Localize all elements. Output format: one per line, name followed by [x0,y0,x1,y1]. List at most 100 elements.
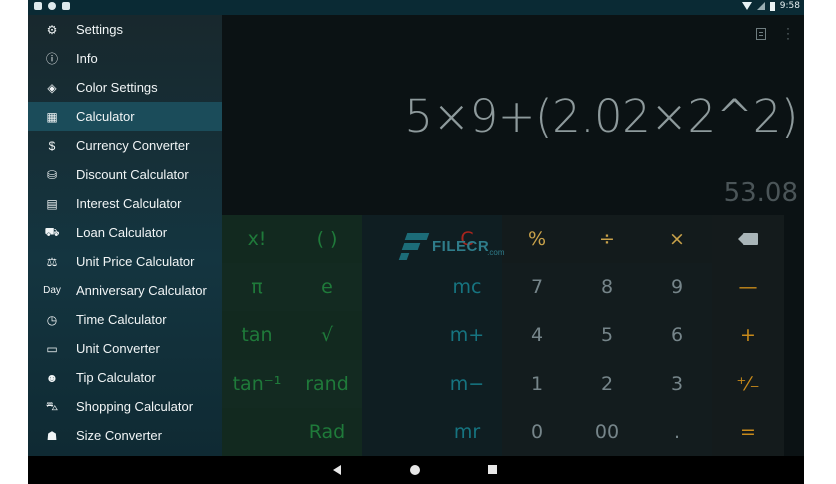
car-icon: ⛟ [44,224,60,239]
watermark: FILECR .com [398,229,505,263]
drawer-item-color-settings[interactable]: ◈ Color Settings [28,73,222,102]
ruler-icon: ▭ [46,341,58,356]
home-icon[interactable] [410,465,420,475]
double-zero-key[interactable]: 00 [572,407,642,456]
cart-icon: ⛍ [45,398,59,413]
wifi-icon [741,2,752,10]
drawer-item-info[interactable]: ⓘ Info [28,44,222,73]
blank-key [362,311,432,360]
keypad-row: x! ( ) C % ÷ × [222,215,804,264]
notification-icon [48,2,56,10]
digit-2-key[interactable]: 2 [572,359,642,408]
calculator-toolbar: · · · [222,15,804,55]
history-icon[interactable] [756,28,766,40]
shopping-bag-icon: ⛁ [46,167,58,182]
equals-key[interactable]: = [712,407,784,456]
drawer-item-loan-calculator[interactable]: ⛟ Loan Calculator [28,218,222,247]
decimal-key[interactable]: . [642,407,712,456]
drawer-item-label: Info [76,51,98,66]
watermark-subtext: .com [487,247,505,257]
plus-key[interactable]: + [712,311,784,360]
keypad-row: Rad mr 0 00 . = [222,407,804,456]
keypad: x! ( ) C % ÷ × π e mc 7 8 9 — tan √ m+ 4… [222,215,804,456]
drawer-item-label: Currency Converter [76,138,190,153]
watermark-text: FILECR [432,237,490,255]
keypad-row: tan √ m+ 4 5 6 + [222,311,804,360]
multiply-key[interactable]: × [642,215,712,264]
drawer-item-label: Unit Price Calculator [76,254,195,269]
drawer-item-shopping-calculator[interactable]: ⛍ Shopping Calculator [28,392,222,421]
blank-key [362,407,432,456]
drawer-item-currency-converter[interactable]: $ Currency Converter [28,131,222,160]
drawer-item-discount-calculator[interactable]: ⛁ Discount Calculator [28,160,222,189]
calculator-panel: · · · 5×9+(2.02×2^2) 53.08 x! ( ) C % ÷ × … [222,15,804,456]
drawer-item-unit-price-calculator[interactable]: ⚖ Unit Price Calculator [28,247,222,276]
digit-6-key[interactable]: 6 [642,311,712,360]
drawer-item-label: Interest Calculator [76,196,182,211]
memory-add-key[interactable]: m+ [432,311,502,360]
memory-recall-key[interactable]: mr [432,407,502,456]
drawer-item-time-calculator[interactable]: ◷ Time Calculator [28,305,222,334]
drawer-item-label: Loan Calculator [76,225,168,240]
back-icon[interactable] [333,465,341,475]
battery-icon [769,1,775,11]
blank-key [362,359,432,408]
digit-1-key[interactable]: 1 [502,359,572,408]
sign-toggle-key[interactable]: ⁺⁄₋ [712,359,784,408]
notification-icons [34,2,70,10]
drawer-item-size-converter[interactable]: ☗ Size Converter [28,421,222,450]
digit-0-key[interactable]: 0 [502,407,572,456]
euler-key[interactable]: e [292,263,362,312]
percent-key[interactable]: % [502,215,572,264]
pi-key[interactable]: π [222,263,292,312]
system-icons: 9:58 [741,1,800,11]
drawer-item-unit-converter[interactable]: ▭ Unit Converter [28,334,222,363]
sqrt-key[interactable]: √ [292,311,362,360]
drawer-item-label: Anniversary Calculator [76,283,207,298]
drawer-item-calculator[interactable]: ▦ Calculator [28,102,222,131]
expression-display[interactable]: 5×9+(2.02×2^2) [404,90,798,143]
tip-icon: ☻ [45,370,59,385]
factorial-key[interactable]: x! [222,215,292,264]
gear-icon: ⚙ [46,22,58,37]
drawer-item-label: Shopping Calculator [76,399,194,414]
backspace-icon [738,233,758,246]
drawer-item-label: Discount Calculator [76,167,189,182]
drawer-item-anniversary-calculator[interactable]: Day Anniversary Calculator [28,276,222,305]
drawer-item-label: Unit Converter [76,341,160,356]
digit-9-key[interactable]: 9 [642,263,712,312]
drawer-item-label: Tip Calculator [76,370,156,385]
watermark-logo-icon [398,229,430,263]
drawer-item-label: Color Settings [76,80,158,95]
minus-key[interactable]: — [712,263,784,312]
digit-7-key[interactable]: 7 [502,263,572,312]
status-bar: 9:58 [28,0,804,15]
digit-5-key[interactable]: 5 [572,311,642,360]
info-icon: ⓘ [45,52,58,66]
drawer-item-settings[interactable]: ⚙ Settings [28,15,222,44]
tan-key[interactable]: tan [222,311,292,360]
rad-mode-key[interactable]: Rad [292,407,362,456]
recent-apps-icon[interactable] [488,465,497,474]
backspace-key[interactable] [712,215,784,264]
paint-bucket-icon: ◈ [47,80,57,95]
scale-icon: ⚖ [46,254,58,269]
interest-icon: ▤ [46,196,58,211]
arctan-key[interactable]: tan⁻¹ [222,359,292,408]
digit-4-key[interactable]: 4 [502,311,572,360]
digit-3-key[interactable]: 3 [642,359,712,408]
memory-clear-key[interactable]: mc [432,263,502,312]
navigation-drawer: ⚙ Settings ⓘ Info ◈ Color Settings ▦ Calcula… [28,15,222,456]
drawer-item-label: Settings [76,22,123,37]
digit-8-key[interactable]: 8 [572,263,642,312]
drawer-item-interest-calculator[interactable]: ▤ Interest Calculator [28,189,222,218]
rand-key[interactable]: rand [292,359,362,408]
memory-subtract-key[interactable]: m− [432,359,502,408]
divide-key[interactable]: ÷ [572,215,642,264]
status-time: 9:58 [779,1,800,11]
result-display: 53.08 [723,178,798,208]
drawer-item-tip-calculator[interactable]: ☻ Tip Calculator [28,363,222,392]
parentheses-key[interactable]: ( ) [292,215,362,264]
overflow-menu-icon[interactable]: · · · [786,22,790,44]
drawer-item-label: Time Calculator [76,312,167,327]
